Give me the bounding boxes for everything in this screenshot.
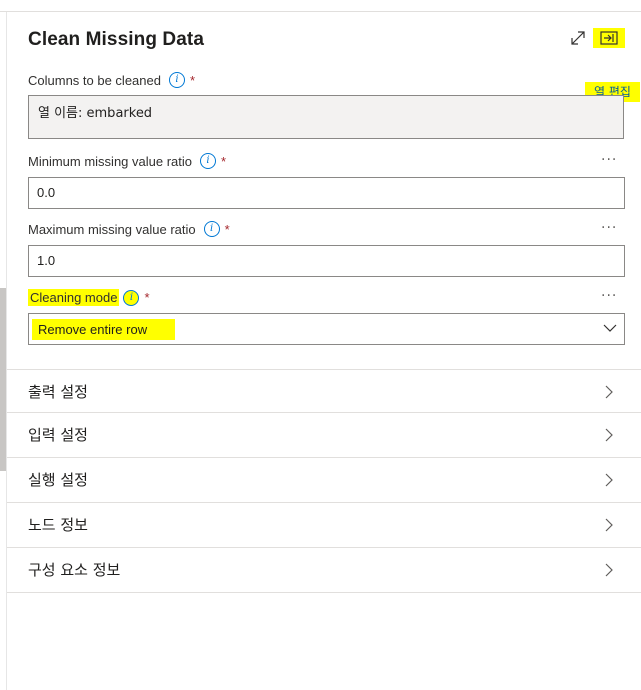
info-icon[interactable]: i	[203, 221, 220, 237]
section-label: 출력 설정	[28, 383, 88, 401]
columns-label-row: Columns to be cleaned i *	[28, 72, 195, 88]
max-ratio-label: Maximum missing value ratio	[28, 221, 196, 237]
section-divider	[7, 592, 641, 593]
section-component-info[interactable]: 구성 요소 정보	[7, 547, 641, 592]
chevron-right-icon	[605, 385, 613, 399]
panel-title: Clean Missing Data	[28, 29, 205, 50]
min-ratio-label: Minimum missing value ratio	[28, 153, 192, 169]
more-options-icon[interactable]: ···	[601, 220, 617, 236]
section-node-info[interactable]: 노드 정보	[7, 502, 641, 547]
required-mark: *	[224, 221, 230, 237]
cleaning-mode-label-row: Cleaning mode i *	[28, 289, 150, 306]
section-label: 입력 설정	[28, 426, 88, 444]
section-label: 실행 설정	[28, 471, 88, 489]
columns-label: Columns to be cleaned	[28, 72, 161, 88]
info-icon[interactable]: i	[200, 153, 216, 169]
max-ratio-input[interactable]: 1.0	[28, 245, 625, 277]
cleaning-mode-selected: Remove entire row	[32, 319, 176, 340]
properties-panel: Clean Missing Data Columns to be cleaned…	[6, 12, 641, 690]
collapse-panel-icon[interactable]	[593, 28, 625, 48]
section-label: 노드 정보	[28, 516, 88, 534]
info-icon[interactable]: i	[168, 72, 185, 88]
chevron-down-icon	[603, 324, 617, 332]
min-ratio-input[interactable]: 0.0	[28, 177, 625, 209]
required-mark: *	[144, 290, 150, 305]
min-ratio-label-row: Minimum missing value ratio i *	[28, 153, 226, 169]
more-options-icon[interactable]: ···	[601, 288, 617, 304]
columns-selection-box[interactable]: 열 이름: embarked	[28, 95, 624, 139]
chevron-right-icon	[605, 518, 613, 532]
section-output-settings[interactable]: 출력 설정	[7, 369, 641, 414]
chevron-right-icon	[605, 563, 613, 577]
cleaning-mode-label: Cleaning mode	[28, 289, 120, 306]
info-icon[interactable]: i	[123, 289, 140, 306]
expand-icon[interactable]	[569, 29, 587, 47]
required-mark: *	[189, 72, 196, 88]
cleaning-mode-dropdown[interactable]: Remove entire row	[28, 313, 625, 345]
section-input-settings[interactable]: 입력 설정	[7, 412, 641, 457]
section-run-settings[interactable]: 실행 설정	[7, 457, 641, 502]
more-options-icon[interactable]: ···	[601, 152, 617, 168]
required-mark: *	[221, 153, 227, 169]
chevron-right-icon	[605, 473, 613, 487]
chevron-right-icon	[605, 428, 613, 442]
section-label: 구성 요소 정보	[28, 561, 121, 579]
max-ratio-label-row: Maximum missing value ratio i *	[28, 221, 230, 237]
